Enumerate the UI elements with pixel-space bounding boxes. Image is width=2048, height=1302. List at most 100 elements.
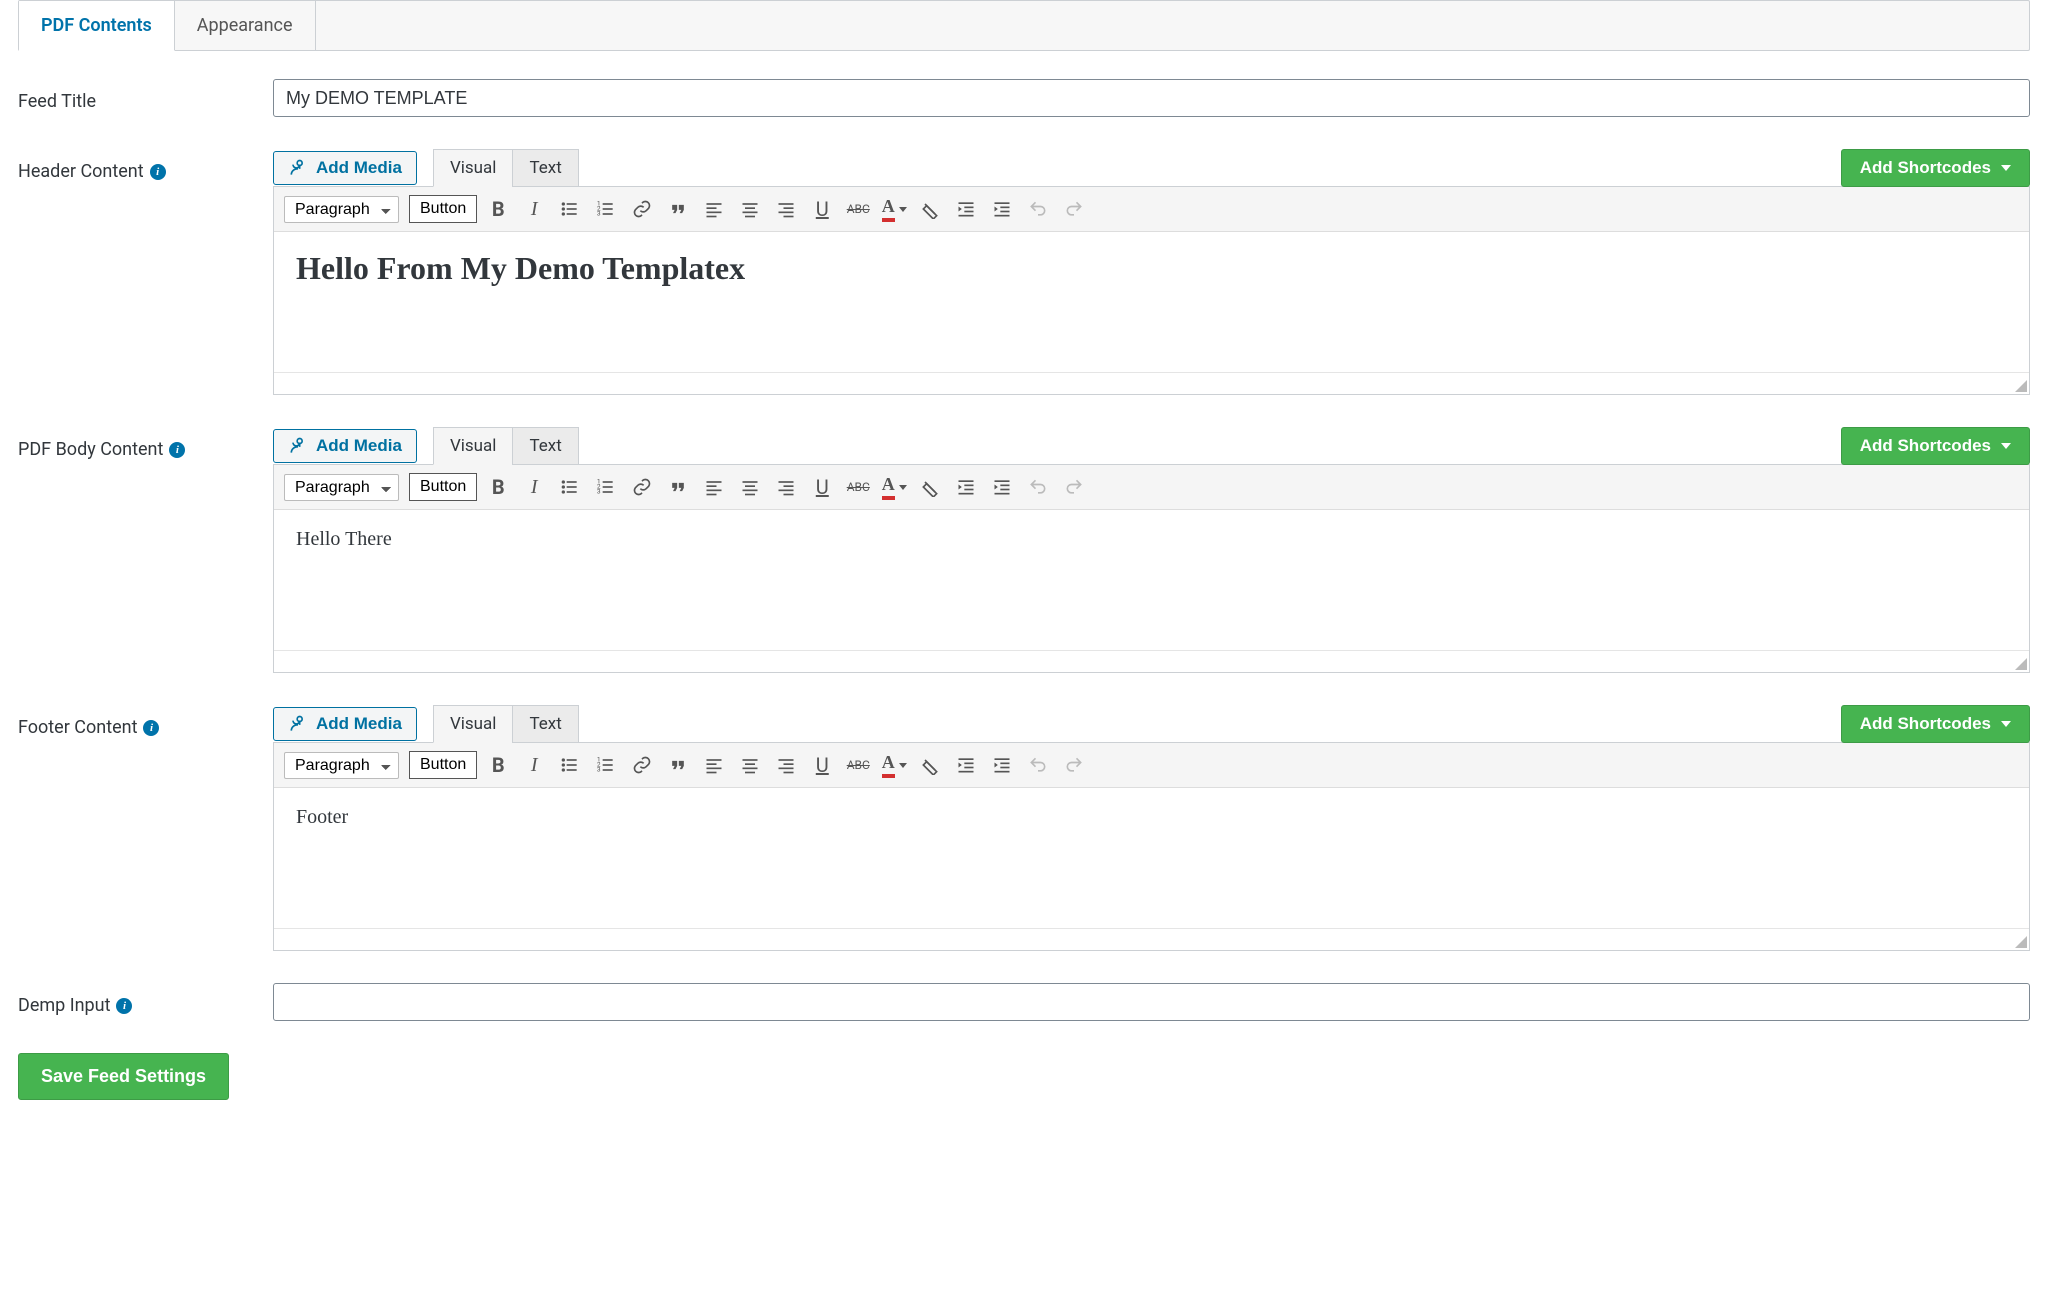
editor-tab-text[interactable]: Text bbox=[512, 705, 578, 743]
quote-icon[interactable] bbox=[667, 476, 689, 498]
link-icon[interactable] bbox=[631, 476, 653, 498]
quote-icon[interactable] bbox=[667, 198, 689, 220]
row-footer-content: Footer Content i Add Media Visual Text A… bbox=[18, 705, 2030, 951]
strikethrough-icon[interactable]: ABC bbox=[847, 476, 869, 498]
italic-icon[interactable]: I bbox=[523, 754, 545, 776]
align-left-icon[interactable] bbox=[703, 198, 725, 220]
body-content-editor[interactable]: Hello There bbox=[274, 510, 2029, 650]
footer-content-editor[interactable]: Footer bbox=[274, 788, 2029, 928]
redo-icon[interactable] bbox=[1063, 754, 1085, 776]
outdent-icon[interactable] bbox=[955, 476, 977, 498]
add-media-button[interactable]: Add Media bbox=[273, 429, 417, 463]
undo-icon[interactable] bbox=[1027, 476, 1049, 498]
link-icon[interactable] bbox=[631, 198, 653, 220]
chevron-down-icon bbox=[2001, 721, 2011, 727]
resize-grip-icon[interactable] bbox=[2015, 380, 2027, 392]
indent-icon[interactable] bbox=[991, 754, 1013, 776]
underline-icon[interactable]: U bbox=[811, 754, 833, 776]
align-left-icon[interactable] bbox=[703, 476, 725, 498]
tab-appearance[interactable]: Appearance bbox=[175, 1, 316, 50]
save-feed-settings-button[interactable]: Save Feed Settings bbox=[18, 1053, 229, 1100]
underline-icon[interactable]: U bbox=[811, 476, 833, 498]
italic-icon[interactable]: I bbox=[523, 476, 545, 498]
bullet-list-icon[interactable] bbox=[559, 476, 581, 498]
align-left-icon[interactable] bbox=[703, 754, 725, 776]
clear-format-icon[interactable] bbox=[919, 198, 941, 220]
bullet-list-icon[interactable] bbox=[559, 198, 581, 220]
format-select[interactable]: Paragraph bbox=[284, 474, 399, 501]
editor-statusbar bbox=[274, 650, 2029, 672]
indent-icon[interactable] bbox=[991, 476, 1013, 498]
editor-toolbar: Paragraph Button B I 123 U ABC A bbox=[274, 743, 2029, 788]
svg-text:3: 3 bbox=[597, 488, 601, 496]
button-insert[interactable]: Button bbox=[409, 751, 477, 779]
align-center-icon[interactable] bbox=[739, 198, 761, 220]
editor-tab-visual[interactable]: Visual bbox=[433, 149, 513, 187]
label-header-content: Header Content bbox=[18, 161, 144, 182]
text-color-icon[interactable]: A bbox=[883, 754, 905, 776]
number-list-icon[interactable]: 123 bbox=[595, 754, 617, 776]
add-shortcodes-button[interactable]: Add Shortcodes bbox=[1841, 149, 2030, 187]
redo-icon[interactable] bbox=[1063, 198, 1085, 220]
info-icon[interactable]: i bbox=[150, 164, 166, 180]
align-center-icon[interactable] bbox=[739, 754, 761, 776]
header-content-editor[interactable]: Hello From My Demo Templatex bbox=[274, 232, 2029, 372]
media-icon bbox=[288, 158, 308, 178]
editor-tab-text[interactable]: Text bbox=[512, 427, 578, 465]
row-feed-title: Feed Title bbox=[18, 79, 2030, 117]
align-right-icon[interactable] bbox=[775, 476, 797, 498]
demp-input[interactable] bbox=[273, 983, 2030, 1021]
align-right-icon[interactable] bbox=[775, 754, 797, 776]
tab-pdf-contents[interactable]: PDF Contents bbox=[19, 1, 175, 51]
strikethrough-icon[interactable]: ABC bbox=[847, 198, 869, 220]
underline-icon[interactable]: U bbox=[811, 198, 833, 220]
italic-icon[interactable]: I bbox=[523, 198, 545, 220]
editor-toolbar: Paragraph Button B I 123 U ABC A bbox=[274, 187, 2029, 232]
number-list-icon[interactable]: 123 bbox=[595, 198, 617, 220]
resize-grip-icon[interactable] bbox=[2015, 658, 2027, 670]
bold-icon[interactable]: B bbox=[487, 198, 509, 220]
bullet-list-icon[interactable] bbox=[559, 754, 581, 776]
editor-tab-text[interactable]: Text bbox=[512, 149, 578, 187]
media-icon bbox=[288, 436, 308, 456]
text-color-icon[interactable]: A bbox=[883, 476, 905, 498]
info-icon[interactable]: i bbox=[116, 998, 132, 1014]
clear-format-icon[interactable] bbox=[919, 754, 941, 776]
outdent-icon[interactable] bbox=[955, 754, 977, 776]
editor-tab-visual[interactable]: Visual bbox=[433, 427, 513, 465]
row-body-content: PDF Body Content i Add Media Visual Text… bbox=[18, 427, 2030, 673]
text-color-icon[interactable]: A bbox=[883, 198, 905, 220]
add-media-button[interactable]: Add Media bbox=[273, 151, 417, 185]
format-select[interactable]: Paragraph bbox=[284, 752, 399, 779]
number-list-icon[interactable]: 123 bbox=[595, 476, 617, 498]
bold-icon[interactable]: B bbox=[487, 754, 509, 776]
button-insert[interactable]: Button bbox=[409, 195, 477, 223]
feed-title-input[interactable] bbox=[273, 79, 2030, 117]
chevron-down-icon bbox=[2001, 443, 2011, 449]
editor-tab-visual[interactable]: Visual bbox=[433, 705, 513, 743]
align-right-icon[interactable] bbox=[775, 198, 797, 220]
resize-grip-icon[interactable] bbox=[2015, 936, 2027, 948]
redo-icon[interactable] bbox=[1063, 476, 1085, 498]
editor-statusbar bbox=[274, 928, 2029, 950]
undo-icon[interactable] bbox=[1027, 754, 1049, 776]
add-shortcodes-button[interactable]: Add Shortcodes bbox=[1841, 427, 2030, 465]
bold-icon[interactable]: B bbox=[487, 476, 509, 498]
quote-icon[interactable] bbox=[667, 754, 689, 776]
info-icon[interactable]: i bbox=[143, 720, 159, 736]
clear-format-icon[interactable] bbox=[919, 476, 941, 498]
svg-text:3: 3 bbox=[597, 766, 601, 774]
strikethrough-icon[interactable]: ABC bbox=[847, 754, 869, 776]
align-center-icon[interactable] bbox=[739, 476, 761, 498]
button-insert[interactable]: Button bbox=[409, 473, 477, 501]
indent-icon[interactable] bbox=[991, 198, 1013, 220]
link-icon[interactable] bbox=[631, 754, 653, 776]
info-icon[interactable]: i bbox=[169, 442, 185, 458]
undo-icon[interactable] bbox=[1027, 198, 1049, 220]
add-shortcodes-button[interactable]: Add Shortcodes bbox=[1841, 705, 2030, 743]
editor-statusbar bbox=[274, 372, 2029, 394]
label-footer-content: Footer Content bbox=[18, 717, 137, 738]
outdent-icon[interactable] bbox=[955, 198, 977, 220]
add-media-button[interactable]: Add Media bbox=[273, 707, 417, 741]
format-select[interactable]: Paragraph bbox=[284, 196, 399, 223]
